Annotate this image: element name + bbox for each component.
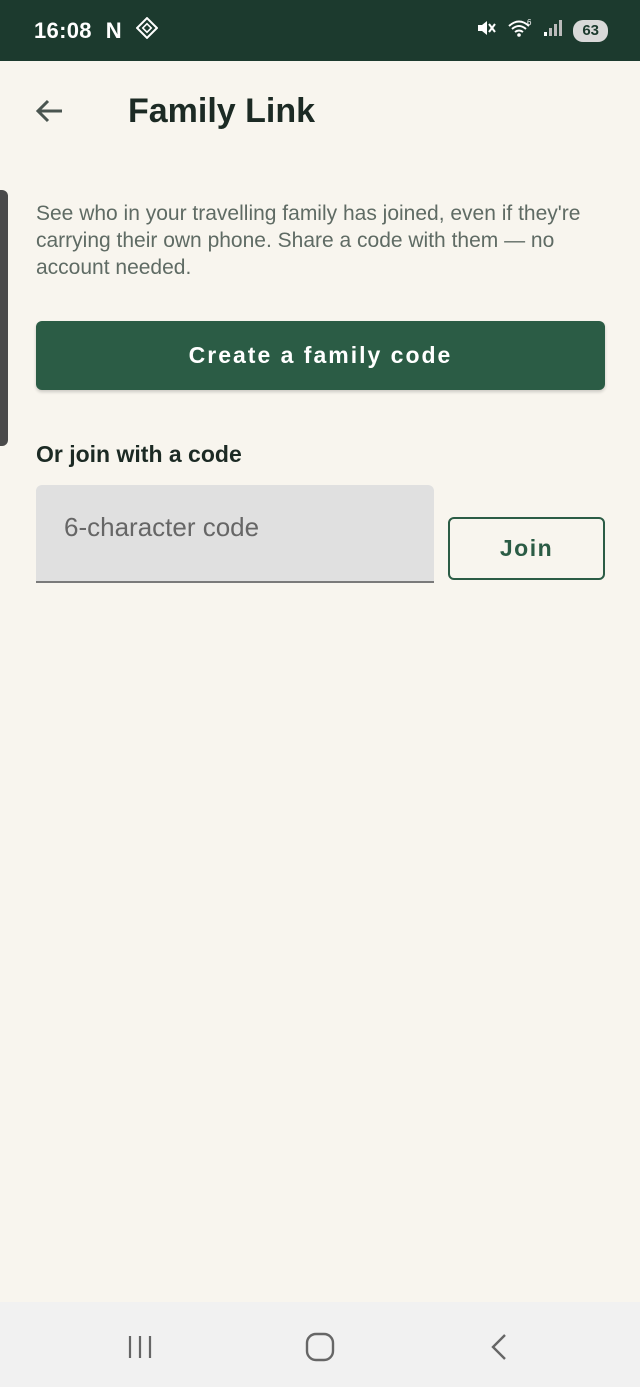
join-heading: Or join with a code xyxy=(36,441,242,467)
edge-panel-handle[interactable] xyxy=(0,190,8,446)
home-button[interactable] xyxy=(290,1322,350,1372)
back-button[interactable] xyxy=(30,91,70,131)
code-input[interactable] xyxy=(36,485,434,581)
signal-icon xyxy=(543,18,563,43)
arrow-left-icon xyxy=(35,99,62,123)
svg-text:6: 6 xyxy=(527,18,532,27)
wifi-icon: 6 xyxy=(507,17,533,44)
description-text: See who in your travelling family has jo… xyxy=(36,202,581,279)
status-right: 6 63 xyxy=(475,17,608,44)
mute-vibrate-icon xyxy=(475,17,497,44)
code-field[interactable] xyxy=(36,485,434,583)
nav-back-button[interactable] xyxy=(470,1322,530,1372)
netflix-notification-icon: N xyxy=(105,17,122,43)
create-family-code-button[interactable]: Create a family code xyxy=(36,321,605,390)
app-notification-icon xyxy=(135,16,158,44)
recents-button[interactable] xyxy=(110,1322,170,1372)
back-icon xyxy=(491,1334,506,1360)
home-icon xyxy=(305,1332,335,1362)
status-bar: 16:08 N 6 63 xyxy=(0,0,640,61)
status-left: 16:08 N xyxy=(34,16,158,44)
join-button[interactable]: Join xyxy=(448,517,605,580)
battery-icon: 63 xyxy=(573,19,608,42)
status-time: 16:08 xyxy=(34,17,92,43)
page-title: Family Link xyxy=(128,92,316,130)
recents-icon xyxy=(128,1336,152,1358)
navigation-bar xyxy=(0,1302,640,1387)
app-bar: Family Link xyxy=(0,61,640,161)
